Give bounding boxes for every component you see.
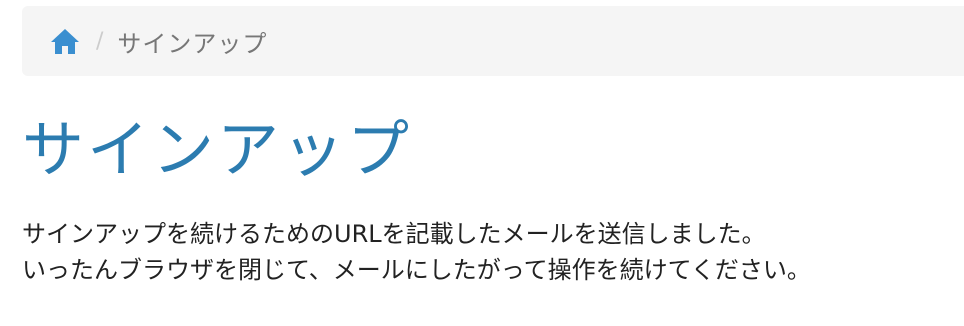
breadcrumb-current: サインアップ [117, 29, 268, 58]
breadcrumb-separator: / [96, 28, 104, 54]
message-line-1: サインアップを続けるためのURLを記載したメールを送信しました。 [22, 220, 766, 248]
page-title: サインアップ [22, 113, 413, 186]
signup-message: サインアップを続けるためのURLを記載したメールを送信しました。 いったんブラウ… [22, 216, 811, 288]
message-line-2: いったんブラウザを閉じて、メールにしたがって操作を続けてください。 [22, 256, 811, 284]
breadcrumb: / サインアップ [22, 6, 964, 76]
breadcrumb-home-link[interactable] [50, 27, 80, 55]
home-icon[interactable] [50, 27, 80, 55]
